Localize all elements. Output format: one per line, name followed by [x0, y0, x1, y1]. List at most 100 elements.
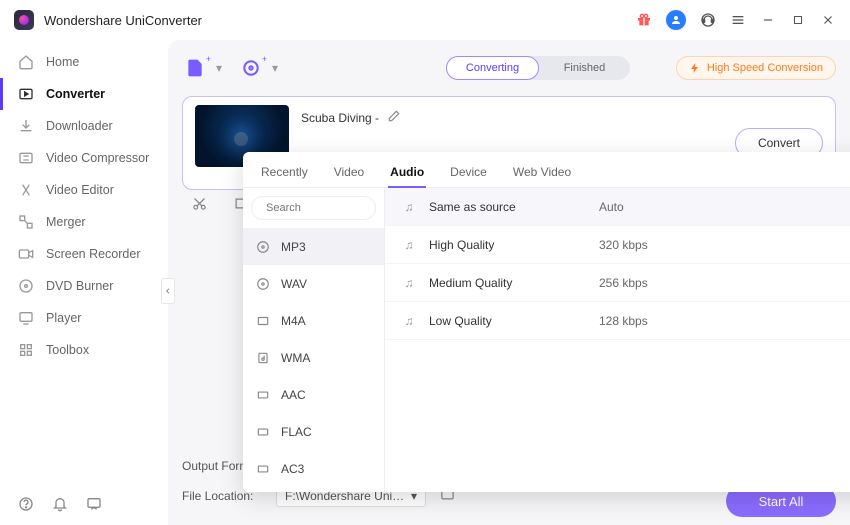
format-label: AC3: [281, 462, 304, 476]
quality-row-high[interactable]: ♫High Quality320 kbps: [385, 226, 850, 264]
format-list-panel: MP3 WAV M4A WMA AAC FLAC AC3: [243, 188, 385, 492]
tab-converting[interactable]: Converting: [446, 56, 539, 80]
sidebar-collapse-button[interactable]: [161, 278, 175, 304]
format-mp3[interactable]: MP3: [243, 228, 384, 265]
edit-title-icon[interactable]: [387, 109, 401, 126]
format-label: FLAC: [281, 425, 312, 439]
titlebar-actions: [636, 10, 836, 30]
feedback-icon[interactable]: [86, 496, 102, 515]
sidebar-item-converter[interactable]: Converter: [0, 78, 168, 110]
format-label: WAV: [281, 277, 307, 291]
format-picker: Recently Video Audio Device Web Video MP…: [243, 152, 850, 492]
app-logo: [14, 10, 34, 30]
format-flac[interactable]: FLAC: [243, 413, 384, 450]
help-icon[interactable]: [18, 496, 34, 515]
sidebar-item-recorder[interactable]: Screen Recorder: [0, 238, 168, 270]
downloader-icon: [18, 118, 34, 134]
sidebar-item-label: Home: [46, 55, 79, 69]
tab-finished[interactable]: Finished: [539, 56, 630, 80]
trim-icon[interactable]: [192, 196, 207, 214]
sidebar-footer: [18, 496, 102, 515]
quality-value: 128 kbps: [599, 314, 648, 328]
bolt-icon: [689, 62, 701, 74]
quality-name: Same as source: [429, 200, 599, 214]
high-speed-conversion-button[interactable]: High Speed Conversion: [676, 56, 836, 80]
add-files-button[interactable]: +: [182, 55, 208, 81]
toolbar: + ▾ + ▾ Converting Finished High Speed C…: [182, 50, 836, 86]
sidebar-item-label: Toolbox: [46, 343, 89, 357]
user-icon[interactable]: [666, 10, 686, 30]
search-input-wrap[interactable]: [251, 196, 376, 220]
format-wma[interactable]: WMA: [243, 339, 384, 376]
music-note-icon: ♫: [399, 314, 419, 328]
format-aac[interactable]: AAC: [243, 376, 384, 413]
format-label: MP3: [281, 240, 306, 254]
quality-value: Auto: [599, 200, 624, 214]
sidebar-item-label: Merger: [46, 215, 86, 229]
audio-file-icon: [255, 387, 271, 403]
audio-file-icon: [255, 350, 271, 366]
sidebar-item-editor[interactable]: Video Editor: [0, 174, 168, 206]
quality-value: 320 kbps: [599, 238, 648, 252]
menu-icon[interactable]: [730, 12, 746, 28]
picker-tab-video[interactable]: Video: [332, 157, 366, 187]
support-icon[interactable]: [700, 12, 716, 28]
quality-row-medium[interactable]: ♫ Medium Quality256 kbps: [385, 264, 850, 302]
high-speed-label: High Speed Conversion: [707, 62, 823, 74]
sidebar-item-label: Player: [46, 311, 81, 325]
merger-icon: [18, 214, 34, 230]
gift-icon[interactable]: [636, 12, 652, 28]
picker-tab-audio[interactable]: Audio: [388, 157, 426, 187]
sidebar-item-player[interactable]: Player: [0, 302, 168, 334]
disc-icon: [255, 239, 271, 255]
sidebar-item-merger[interactable]: Merger: [0, 206, 168, 238]
sidebar-item-label: Converter: [46, 87, 105, 101]
music-note-icon: ♫: [399, 200, 419, 214]
audio-file-icon: [255, 424, 271, 440]
format-ac3[interactable]: AC3: [243, 450, 384, 487]
dvd-icon: [18, 278, 34, 294]
maximize-icon[interactable]: [790, 12, 806, 28]
quality-list-panel: ♫ Same as sourceAuto ♫High Quality320 kbp…: [385, 188, 850, 492]
chevron-down-icon[interactable]: ▾: [216, 61, 224, 75]
content-area: + ▾ + ▾ Converting Finished High Speed C…: [168, 40, 850, 525]
quality-row-low[interactable]: ♫ Low Quality128 kbps: [385, 302, 850, 340]
picker-tab-device[interactable]: Device: [448, 157, 489, 187]
format-label: WMA: [281, 351, 310, 365]
home-icon: [18, 54, 34, 70]
chevron-down-icon[interactable]: ▾: [272, 61, 280, 75]
app-title: Wondershare UniConverter: [44, 13, 202, 28]
audio-file-icon: [255, 461, 271, 477]
picker-tab-recently[interactable]: Recently: [259, 157, 310, 187]
sidebar-item-label: DVD Burner: [46, 279, 113, 293]
minimize-icon[interactable]: [760, 12, 776, 28]
close-icon[interactable]: [820, 12, 836, 28]
sidebar-item-compressor[interactable]: Video Compressor: [0, 142, 168, 174]
sidebar-item-downloader[interactable]: Downloader: [0, 110, 168, 142]
format-m4a[interactable]: M4A: [243, 302, 384, 339]
sidebar-item-home[interactable]: Home: [0, 46, 168, 78]
add-dvd-button[interactable]: +: [238, 55, 264, 81]
quality-value: 256 kbps: [599, 276, 648, 290]
file-title: Scuba Diving -: [301, 111, 379, 125]
quality-row-same[interactable]: ♫ Same as sourceAuto: [385, 188, 850, 226]
sidebar-item-label: Downloader: [46, 119, 113, 133]
sidebar-item-toolbox[interactable]: Toolbox: [0, 334, 168, 366]
music-note-icon: ♫: [399, 238, 419, 252]
music-note-icon: ♫: [399, 276, 419, 290]
format-wav[interactable]: WAV: [243, 265, 384, 302]
disc-icon: [255, 276, 271, 292]
format-label: M4A: [281, 314, 306, 328]
quality-name: Medium Quality: [429, 276, 599, 290]
titlebar: Wondershare UniConverter: [0, 0, 850, 40]
picker-tab-web[interactable]: Web Video: [511, 157, 573, 187]
sidebar: Home Converter Downloader Video Compress…: [0, 40, 168, 525]
picker-tabs: Recently Video Audio Device Web Video: [243, 152, 850, 188]
recorder-icon: [18, 246, 34, 262]
quality-name: Low Quality: [429, 314, 599, 328]
audio-file-icon: [255, 313, 271, 329]
sidebar-item-label: Video Compressor: [46, 151, 149, 165]
toolbox-icon: [18, 342, 34, 358]
bell-icon[interactable]: [52, 496, 68, 515]
sidebar-item-dvd[interactable]: DVD Burner: [0, 270, 168, 302]
